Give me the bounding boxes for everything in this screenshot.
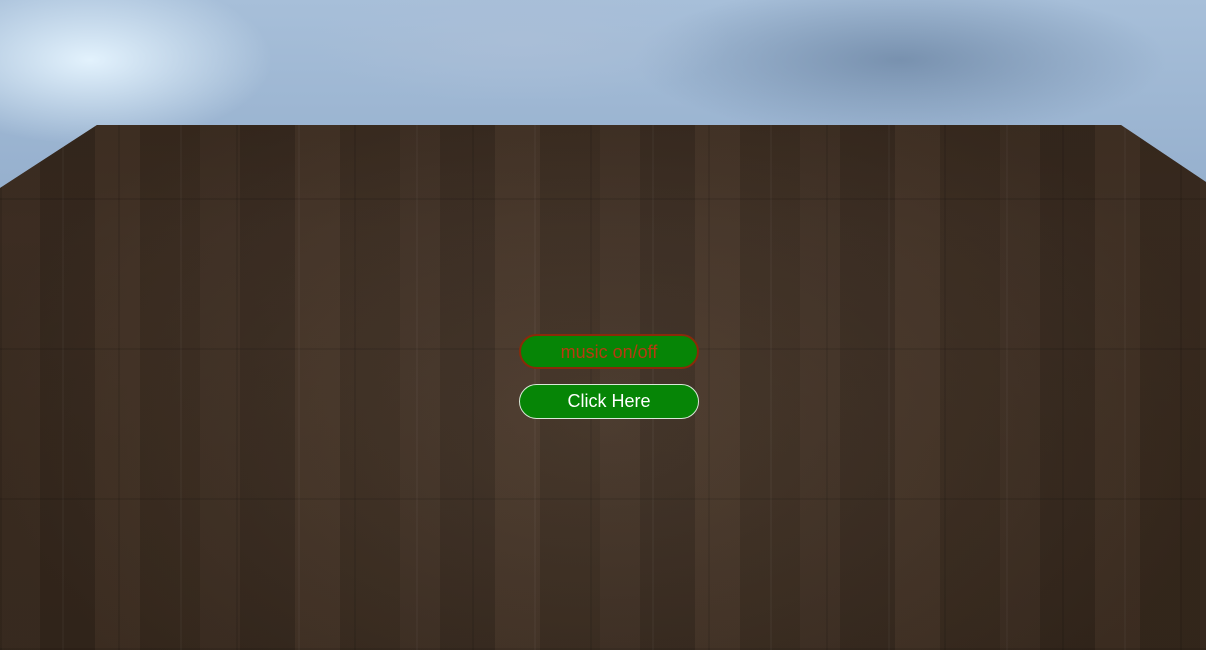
music-toggle-button[interactable]: music on/off	[519, 334, 699, 369]
click-here-button[interactable]: Click Here	[519, 384, 699, 419]
game-scene: music on/off Click Here	[0, 0, 1206, 650]
